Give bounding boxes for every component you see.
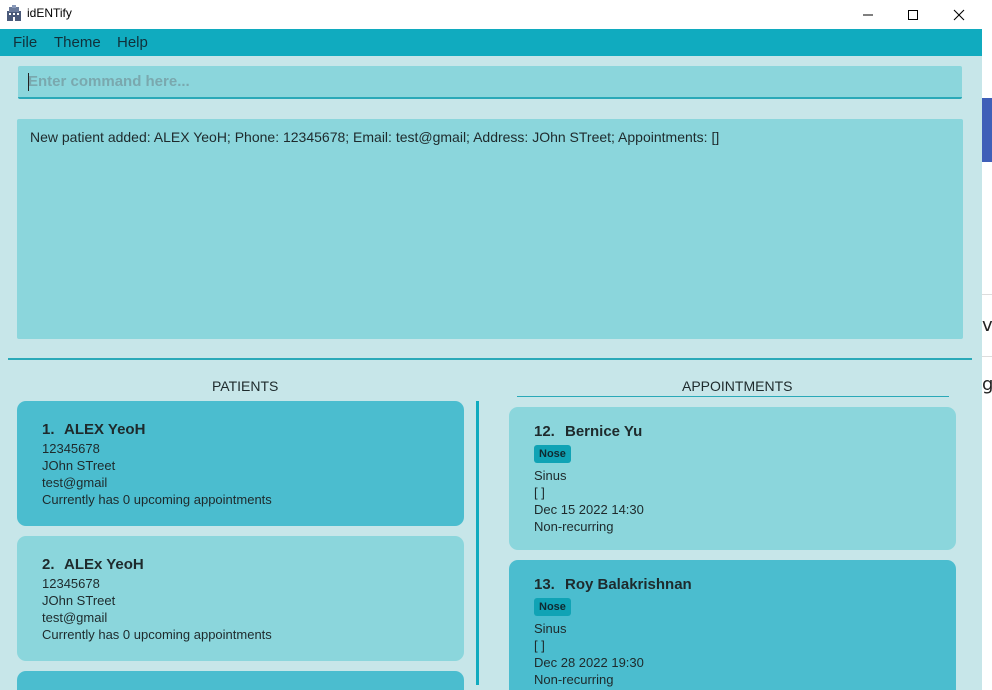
patient-list-scrollbar[interactable]	[476, 401, 479, 685]
patient-index: 1.	[42, 421, 55, 438]
close-button[interactable]	[936, 0, 982, 29]
background-line	[982, 294, 992, 295]
patient-phone: 12345678	[42, 441, 100, 456]
maximize-icon	[908, 9, 918, 20]
app-logo-icon	[7, 5, 21, 21]
command-input[interactable]	[18, 66, 962, 97]
patient-email: test@gmail	[42, 610, 108, 625]
appointment-recurrence: Non-recurring	[534, 672, 614, 687]
result-display[interactable]: New patient added: ALEX YeoH; Phone: 123…	[17, 119, 963, 339]
patient-appointment-status: Currently has 0 upcoming appointments	[42, 627, 272, 642]
appointment-index: 13.	[534, 576, 555, 593]
close-icon	[953, 9, 965, 20]
patient-card[interactable]	[17, 671, 464, 690]
patient-address: JOhn STreet	[42, 458, 116, 473]
appointment-card[interactable]: 13. Roy Balakrishnan Nose Sinus [ ] Dec …	[509, 560, 956, 690]
title-bar[interactable]: idENTify	[0, 0, 982, 29]
menu-bar: File Theme Help	[0, 29, 982, 56]
appointment-reason: Sinus	[534, 468, 567, 483]
text-caret	[28, 73, 29, 91]
appointment-index: 12.	[534, 423, 555, 440]
background-line	[982, 356, 992, 357]
appointment-card[interactable]: 12. Bernice Yu Nose Sinus [ ] Dec 15 202…	[509, 407, 956, 550]
patient-index: 2.	[42, 556, 55, 573]
window-title: idENTify	[27, 6, 72, 20]
appointment-patient-name: Roy Balakrishnan	[565, 576, 692, 593]
appointment-datetime: Dec 15 2022 14:30	[534, 502, 644, 517]
background-glyph: g	[982, 374, 992, 395]
command-box	[18, 66, 962, 99]
app-window: idENTify File Theme Help New patient add…	[0, 0, 982, 690]
appointment-reason: Sinus	[534, 621, 567, 636]
split-divider[interactable]	[8, 358, 972, 360]
patient-card[interactable]: 1. ALEX YeoH 12345678 JOhn STreet test@g…	[17, 401, 464, 526]
appointment-tag: Nose	[534, 598, 571, 616]
appointment-recurrence: Non-recurring	[534, 519, 614, 534]
appointments-title-underline	[517, 396, 949, 397]
patient-card[interactable]: 2. ALEx YeoH 12345678 JOhn STreet test@g…	[17, 536, 464, 661]
patient-phone: 12345678	[42, 576, 100, 591]
menu-help[interactable]: Help	[117, 34, 148, 51]
patient-appointment-status: Currently has 0 upcoming appointments	[42, 492, 272, 507]
appointment-tags-list: [ ]	[534, 485, 545, 500]
patient-email: test@gmail	[42, 475, 108, 490]
appointment-tag: Nose	[534, 445, 571, 463]
background-glyph: v	[982, 315, 992, 336]
appointments-panel-title: APPOINTMENTS	[682, 378, 793, 394]
menu-theme[interactable]: Theme	[54, 34, 101, 51]
appointment-patient-name: Bernice Yu	[565, 423, 643, 440]
minimize-button[interactable]	[845, 0, 891, 29]
appointment-tags-list: [ ]	[534, 638, 545, 653]
background-window-strip: v g	[982, 0, 992, 690]
patient-name: ALEx YeoH	[64, 556, 144, 573]
background-blue-block	[982, 98, 992, 162]
menu-file[interactable]: File	[13, 34, 37, 51]
minimize-icon	[863, 14, 873, 15]
patients-panel-title: PATIENTS	[212, 378, 279, 394]
appointment-datetime: Dec 28 2022 19:30	[534, 655, 644, 670]
maximize-button[interactable]	[890, 0, 936, 29]
patient-address: JOhn STreet	[42, 593, 116, 608]
result-message: New patient added: ALEX YeoH; Phone: 123…	[30, 129, 720, 145]
patient-name: ALEX YeoH	[64, 421, 146, 438]
